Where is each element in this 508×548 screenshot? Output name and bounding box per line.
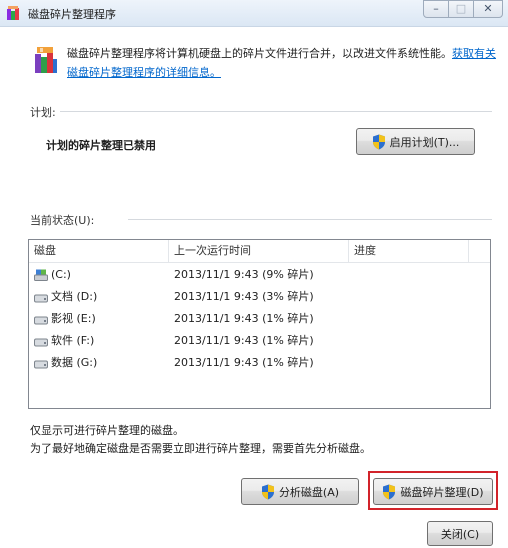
hard-drive-icon [34,294,48,303]
disk-last-run: 2013/11/1 9:43 (3% 碎片) [174,290,314,303]
maximize-button[interactable]: □ [448,0,474,18]
enable-schedule-button[interactable]: 启用计划(T)... [356,128,475,155]
disk-name: 影视 (E:) [51,312,96,325]
defrag-app-icon [35,47,57,73]
status-divider [128,219,492,220]
minimize-button[interactable]: – [423,0,449,18]
uac-shield-icon [383,484,396,499]
defrag-window: 磁盘碎片整理程序 – □ ✕ 磁盘碎片整理程序将计算机硬盘上的碎片文件进行合并，… [0,0,508,548]
disk-row[interactable]: (C:) 2013/11/1 9:43 (9% 碎片) [29,265,490,285]
disk-name: 数据 (G:) [51,356,98,369]
column-header-progress[interactable]: 进度 [349,240,469,262]
close-button-label: 关闭(C) [440,527,480,541]
hard-drive-icon [34,360,48,369]
disk-list-header: 磁盘 上一次运行时间 进度 [29,240,490,263]
note-line-2: 为了最好地确定磁盘是否需要立即进行碎片整理，需要首先分析磁盘。 [30,442,371,455]
defrag-app-icon [7,6,19,20]
system-drive-icon [34,269,48,281]
description-text: 磁盘碎片整理程序将计算机硬盘上的碎片文件进行合并，以改进文件系统性能。 [67,47,452,60]
schedule-status: 计划的碎片整理已禁用 [46,139,156,152]
disk-name: 软件 (F:) [51,334,95,347]
defragment-disk-label: 磁盘碎片整理(D) [400,485,484,499]
defragment-disk-button[interactable]: 磁盘碎片整理(D) [373,478,493,505]
uac-shield-icon [372,134,385,149]
note-line-1: 仅显示可进行碎片整理的磁盘。 [30,424,184,437]
disk-row[interactable]: 数据 (G:) 2013/11/1 9:43 (1% 碎片) [29,353,490,373]
column-header-disk[interactable]: 磁盘 [29,240,169,262]
disk-row[interactable]: 软件 (F:) 2013/11/1 9:43 (1% 碎片) [29,331,490,351]
disk-last-run: 2013/11/1 9:43 (9% 碎片) [174,268,314,281]
title-bar[interactable]: 磁盘碎片整理程序 – □ ✕ [0,0,508,27]
header-description: 磁盘碎片整理程序将计算机硬盘上的碎片文件进行合并，以改进文件系统性能。获取有关磁… [67,44,497,82]
close-button[interactable]: 关闭(C) [427,521,493,546]
disk-last-run: 2013/11/1 9:43 (1% 碎片) [174,334,314,347]
uac-shield-icon [261,484,274,499]
disk-name: (C:) [51,268,71,281]
hard-drive-icon [34,338,48,347]
analyze-disk-label: 分析磁盘(A) [278,485,340,499]
disk-list[interactable]: 磁盘 上一次运行时间 进度 (C:) 2013/11/1 9:43 (9% 碎片… [28,239,491,409]
schedule-divider [60,111,492,112]
enable-schedule-label: 启用计划(T)... [389,135,460,149]
disk-last-run: 2013/11/1 9:43 (1% 碎片) [174,356,314,369]
disk-name: 文档 (D:) [51,290,98,303]
hard-drive-icon [34,316,48,325]
schedule-label: 计划: [30,106,56,119]
window-title: 磁盘碎片整理程序 [28,8,116,21]
current-status-label: 当前状态(U): [30,214,95,227]
disk-row[interactable]: 文档 (D:) 2013/11/1 9:43 (3% 碎片) [29,287,490,307]
column-header-last-run[interactable]: 上一次运行时间 [169,240,349,262]
disk-last-run: 2013/11/1 9:43 (1% 碎片) [174,312,314,325]
close-window-button[interactable]: ✕ [473,0,503,18]
analyze-disk-button[interactable]: 分析磁盘(A) [241,478,359,505]
disk-row[interactable]: 影视 (E:) 2013/11/1 9:43 (1% 碎片) [29,309,490,329]
